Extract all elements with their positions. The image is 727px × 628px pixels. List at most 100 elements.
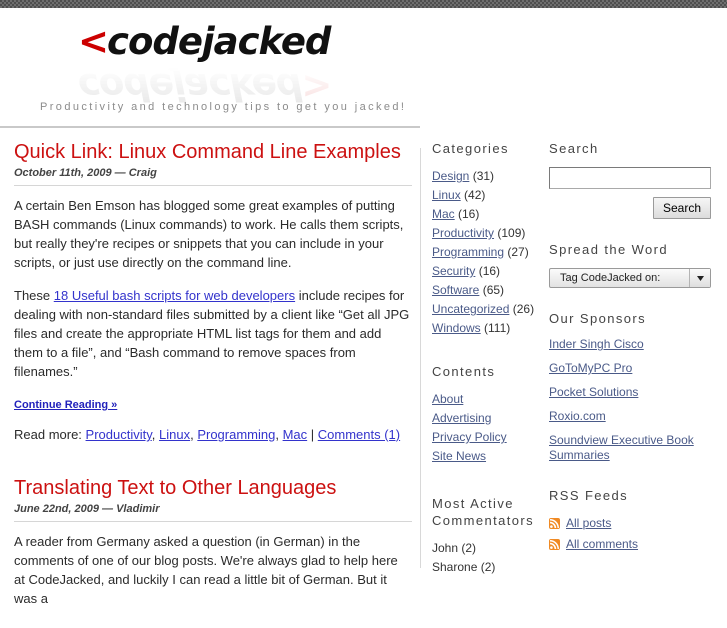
category-count: (111): [484, 321, 511, 335]
list-item: Uncategorized (26): [432, 300, 540, 318]
sponsors-title: Our Sponsors: [549, 311, 647, 326]
contents-link-about[interactable]: About: [432, 392, 463, 406]
post-paragraph: A reader from Germany asked a question (…: [14, 534, 398, 606]
category-link-linux[interactable]: Linux: [432, 188, 461, 202]
bash-scripts-link[interactable]: 18 Useful bash scripts for web developer…: [54, 288, 295, 303]
category-link-software[interactable]: Software: [432, 283, 479, 297]
category-count: (26): [512, 302, 535, 316]
spread-the-word-title: Spread the Word: [549, 242, 669, 257]
list-item: Soundview Executive Book Summaries: [549, 433, 719, 463]
contents-link-advertising[interactable]: Advertising: [432, 411, 491, 425]
post-meta: June 22nd, 2009 — Vladimir: [14, 503, 160, 515]
commentators-title: Most Active Commentators: [432, 496, 535, 528]
contents-link-privacy-policy[interactable]: Privacy Policy: [432, 430, 507, 444]
post-title[interactable]: Quick Link: Linux Command Line Examples: [14, 140, 412, 164]
rss-feeds-list: All posts All comments: [549, 514, 719, 553]
logo-wordmark: codejacked: [107, 20, 331, 63]
sponsors-list: Inder Singh Cisco GoToMyPC Pro Pocket So…: [549, 337, 719, 463]
category-count: (42): [464, 188, 486, 202]
list-item: Security (16): [432, 262, 540, 280]
categories-widget: Categories Design (31) Linux (42) Mac (1…: [432, 140, 540, 337]
category-link-security[interactable]: Security: [432, 264, 475, 278]
post-body: A certain Ben Emson has blogged some gre…: [14, 196, 412, 442]
category-link-programming[interactable]: Programming: [432, 245, 504, 259]
site-tagline: Productivity and technology tips to get …: [40, 101, 407, 113]
chevron-down-icon[interactable]: [689, 269, 710, 287]
sponsor-link-gotomypc-pro[interactable]: GoToMyPC Pro: [549, 361, 632, 375]
categories-title: Categories: [432, 141, 509, 156]
tag-link-programming[interactable]: Programming: [197, 427, 275, 442]
sidebar-right: Search Search Spread the Word Tag CodeJa…: [549, 140, 719, 575]
search-button[interactable]: Search: [652, 197, 711, 219]
rss-feeds-title: RSS Feeds: [549, 488, 629, 503]
list-item: Sharone (2): [432, 558, 540, 576]
search-widget: Search Search: [549, 140, 719, 219]
category-link-productivity[interactable]: Productivity: [432, 226, 494, 240]
list-item: Mac (16): [432, 205, 540, 223]
contents-list: About Advertising Privacy Policy Site Ne…: [432, 390, 540, 465]
post-title[interactable]: Translating Text to Other Languages: [14, 476, 412, 500]
post-article: Quick Link: Linux Command Line Examples …: [14, 140, 412, 442]
rss-icon: [549, 538, 560, 550]
tag-select-value: Tag CodeJacked on:: [560, 272, 661, 284]
commentator-count: (2): [480, 560, 496, 574]
list-item: About: [432, 390, 540, 408]
sponsor-link-roxio[interactable]: Roxio.com: [549, 409, 606, 423]
search-input[interactable]: [549, 167, 711, 189]
spread-the-word-widget: Spread the Word Tag CodeJacked on:: [549, 241, 719, 288]
logo-reflection: codejacked>: [78, 65, 418, 108]
comments-link[interactable]: Comments (1): [318, 427, 400, 442]
post-article: Translating Text to Other Languages June…: [14, 476, 412, 608]
commentator-name: Sharone: [432, 560, 478, 574]
list-item: Pocket Solutions: [549, 385, 719, 400]
read-more-label: Read more:: [14, 427, 82, 442]
list-item: Advertising: [432, 409, 540, 427]
sponsor-link-inder-singh-cisco[interactable]: Inder Singh Cisco: [549, 337, 644, 351]
main-content: Quick Link: Linux Command Line Examples …: [14, 140, 412, 628]
post-divider: [14, 521, 412, 522]
categories-list: Design (31) Linux (42) Mac (16) Producti…: [432, 167, 540, 337]
sponsor-link-pocket-solutions[interactable]: Pocket Solutions: [549, 385, 638, 399]
content-sidebar-divider: [420, 148, 421, 568]
rss-link-all-comments[interactable]: All comments: [566, 535, 638, 553]
post-footer-tags: Read more: Productivity, Linux, Programm…: [14, 427, 401, 442]
rss-icon: [549, 517, 560, 529]
post-paragraph: A certain Ben Emson has blogged some gre…: [14, 198, 404, 270]
list-item: Windows (111): [432, 319, 540, 337]
contents-link-site-news[interactable]: Site News: [432, 449, 486, 463]
category-link-uncategorized[interactable]: Uncategorized: [432, 302, 509, 316]
tag-link-productivity[interactable]: Productivity: [86, 427, 152, 442]
category-link-mac[interactable]: Mac: [432, 207, 455, 221]
list-item: Design (31): [432, 167, 540, 185]
list-item: Software (65): [432, 281, 540, 299]
logo-main-text: <codejacked: [78, 20, 418, 64]
sponsors-widget: Our Sponsors Inder Singh Cisco GoToMyPC …: [549, 310, 719, 463]
sponsor-link-soundview-executive-book-summaries[interactable]: Soundview Executive Book Summaries: [549, 433, 694, 462]
rss-link-all-posts[interactable]: All posts: [566, 514, 611, 532]
search-button-row: Search: [549, 197, 711, 219]
list-item: All posts: [549, 514, 719, 532]
category-link-design[interactable]: Design: [432, 169, 469, 183]
list-item: Privacy Policy: [432, 428, 540, 446]
post-body: A reader from Germany asked a question (…: [14, 532, 412, 608]
list-item: GoToMyPC Pro: [549, 361, 719, 376]
category-count: (31): [472, 169, 495, 183]
list-item: Site News: [432, 447, 540, 465]
post-paragraph: These 18 Useful bash scripts for web dev…: [14, 286, 412, 381]
list-item: Productivity (109): [432, 224, 540, 242]
category-count: (16): [478, 264, 501, 278]
site-logo[interactable]: <codejacked codejacked>: [78, 20, 418, 108]
post-divider: [14, 185, 412, 186]
category-link-windows[interactable]: Windows: [432, 321, 481, 335]
commentator-name: John: [432, 541, 459, 555]
rss-feeds-widget: RSS Feeds All posts All comments: [549, 487, 719, 553]
continue-reading-link[interactable]: Continue Reading »: [14, 399, 117, 411]
tag-codejacked-select[interactable]: Tag CodeJacked on:: [549, 268, 711, 288]
search-title: Search: [549, 141, 599, 156]
tag-link-linux[interactable]: Linux: [159, 427, 190, 442]
list-item: Inder Singh Cisco: [549, 337, 719, 352]
list-item: All comments: [549, 535, 719, 553]
tag-link-mac[interactable]: Mac: [283, 427, 308, 442]
commentators-widget: Most Active Commentators John (2) Sharon…: [432, 495, 540, 576]
header-divider: [0, 126, 420, 128]
